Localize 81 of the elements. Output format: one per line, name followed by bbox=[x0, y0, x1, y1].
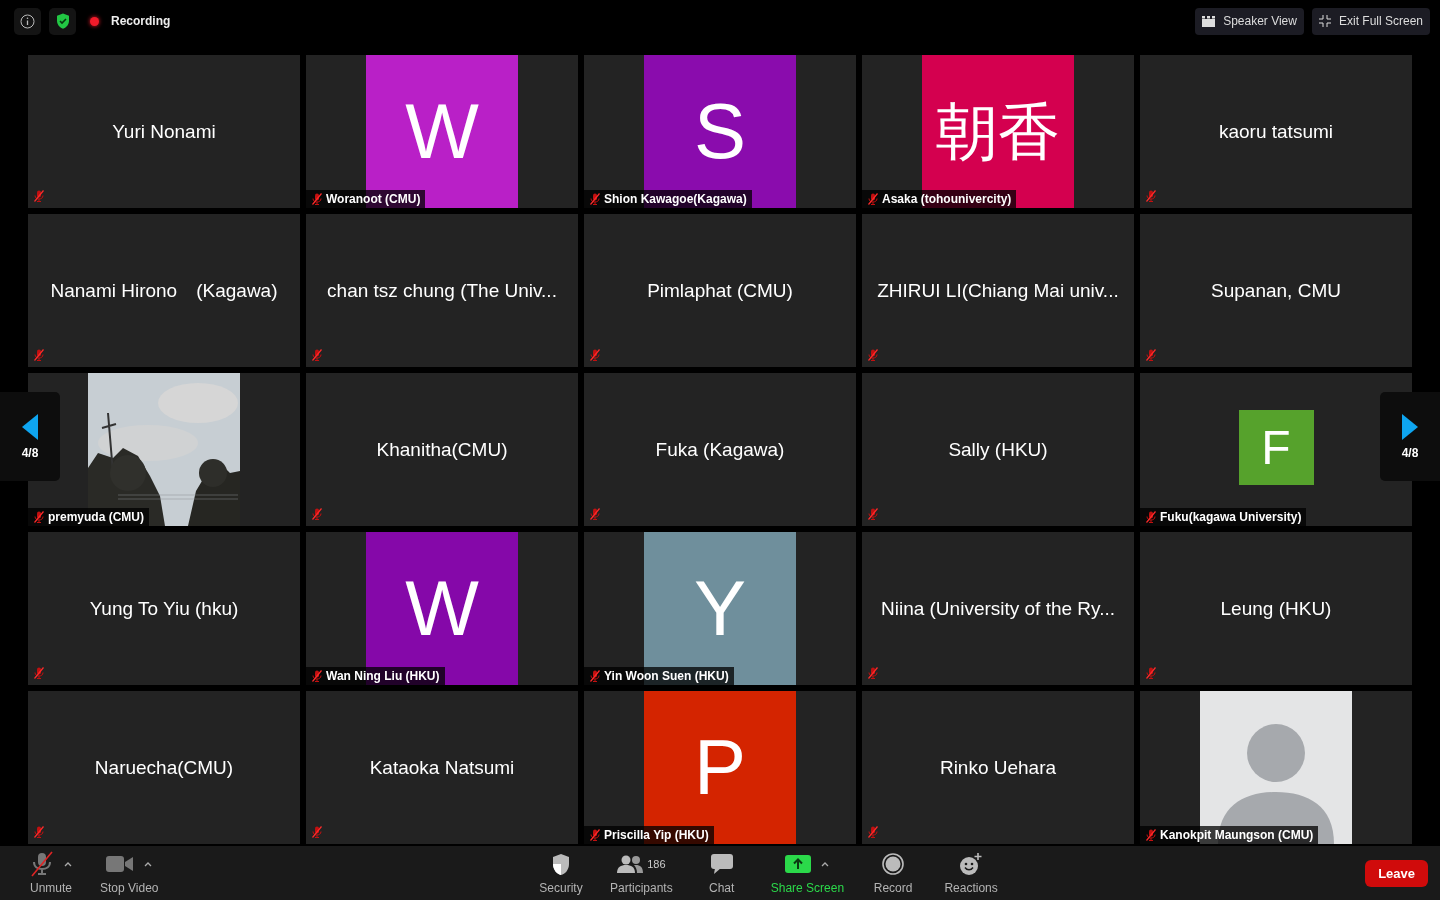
video-tile[interactable]: Khanitha(CMU) bbox=[306, 373, 578, 526]
toolbar-button[interactable]: Unmute bbox=[16, 851, 86, 895]
grid-icon bbox=[1202, 15, 1216, 27]
chat-bubble-icon bbox=[709, 853, 734, 875]
participant-name: Yuri Nonami bbox=[112, 120, 216, 143]
video-tile[interactable]: W Woranoot (CMU) bbox=[306, 55, 578, 208]
participant-name: Asaka (tohounivercity) bbox=[882, 192, 1012, 206]
participant-name: Nanami Hirono (Kagawa) bbox=[50, 278, 278, 303]
exit-fullscreen-icon bbox=[1318, 15, 1331, 27]
avatar: F bbox=[1238, 410, 1314, 485]
video-tile[interactable]: ZHIRUI LI(Chiang Mai univ... bbox=[862, 214, 1134, 367]
participant-name: ZHIRUI LI(Chiang Mai univ... bbox=[877, 279, 1119, 302]
participant-name: Leung (HKU) bbox=[1220, 597, 1332, 620]
participant-name: Shion Kawagoe(Kagawa) bbox=[604, 192, 747, 206]
info-icon[interactable] bbox=[14, 7, 41, 35]
previous-page-button[interactable]: 4/8 bbox=[0, 392, 60, 481]
exit-full-screen-button[interactable]: Exit Full Screen bbox=[1311, 7, 1430, 35]
participant-name: Fuka (Kagawa) bbox=[655, 438, 785, 461]
participant-name: Fuku(kagawa University) bbox=[1160, 510, 1302, 524]
share-screen-icon bbox=[785, 855, 812, 873]
video-tile[interactable]: Naruecha(CMU) bbox=[28, 691, 300, 844]
video-tile[interactable]: Fuka (Kagawa) bbox=[584, 373, 856, 526]
recording-dot bbox=[90, 16, 99, 26]
leave-button[interactable]: Leave bbox=[1365, 859, 1428, 887]
participant-name: kaoru tatsumi bbox=[1218, 120, 1333, 143]
recording-label: Recording bbox=[111, 14, 171, 28]
left-arrow-icon bbox=[22, 413, 38, 440]
toolbar-button[interactable]: Reactions bbox=[936, 851, 1007, 895]
video-tile[interactable]: Leung (HKU) bbox=[1140, 532, 1412, 685]
participant-name: chan tsz chung (The Univ... bbox=[327, 279, 557, 302]
participant-name: Priscilla Yip (HKU) bbox=[604, 828, 709, 842]
right-arrow-icon bbox=[1402, 413, 1418, 440]
toolbar-button[interactable]: Chat bbox=[686, 851, 757, 895]
toolbar-button[interactable]: 186 Participants bbox=[604, 851, 679, 895]
video-tile[interactable]: chan tsz chung (The Univ... bbox=[306, 214, 578, 367]
participant-name: Sally (HKU) bbox=[948, 438, 1048, 461]
toolbar-button[interactable]: Record bbox=[858, 851, 929, 895]
video-tile[interactable]: W Wan Ning Liu (HKU) bbox=[306, 532, 578, 685]
video-tile[interactable]: Niina (University of the Ry... bbox=[862, 532, 1134, 685]
smiley-plus-icon bbox=[959, 852, 984, 876]
caret-icon[interactable] bbox=[144, 861, 153, 867]
participant-name: Yung To Yiu (hku) bbox=[89, 597, 239, 620]
participant-name: Kataoka Natsumi bbox=[369, 756, 515, 779]
video-tile[interactable]: 朝香 Asaka (tohounivercity) bbox=[862, 55, 1134, 208]
participant-name: premyuda (CMU) bbox=[48, 510, 144, 524]
video-tile[interactable]: Y Yin Woon Suen (HKU) bbox=[584, 532, 856, 685]
participant-name: Rinko Uehara bbox=[939, 756, 1057, 779]
participant-name: Kanokpit Maungson (CMU) bbox=[1160, 828, 1314, 842]
video-tile[interactable]: Rinko Uehara bbox=[862, 691, 1134, 844]
video-tile[interactable]: Pimlaphat (CMU) bbox=[584, 214, 856, 367]
participant-name: Naruecha(CMU) bbox=[94, 756, 234, 779]
shield-icon bbox=[551, 852, 571, 876]
toolbar-button[interactable]: Share Screen bbox=[764, 851, 851, 895]
participant-name: Supanan, CMU bbox=[1211, 279, 1341, 302]
video-tile[interactable]: Sally (HKU) bbox=[862, 373, 1134, 526]
video-tile[interactable]: Kanokpit Maungson (CMU) bbox=[1140, 691, 1412, 844]
toolbar-button[interactable]: Security bbox=[526, 851, 596, 895]
caret-icon[interactable] bbox=[821, 861, 830, 867]
people-icon bbox=[617, 855, 644, 873]
video-tile[interactable]: Kataoka Natsumi bbox=[306, 691, 578, 844]
video-tile[interactable]: Supanan, CMU bbox=[1140, 214, 1412, 367]
next-page-button[interactable]: 4/8 bbox=[1380, 392, 1440, 481]
participant-name: Niina (University of the Ry... bbox=[880, 597, 1116, 620]
video-tile[interactable]: Nanami Hirono (Kagawa) bbox=[28, 214, 300, 367]
video-tile[interactable]: S Shion Kawagoe(Kagawa) bbox=[584, 55, 856, 208]
participant-name: Pimlaphat (CMU) bbox=[647, 279, 793, 302]
video-tile[interactable]: Yuri Nonami bbox=[28, 55, 300, 208]
participant-name: Yin Woon Suen (HKU) bbox=[604, 669, 729, 683]
participant-name: Wan Ning Liu (HKU) bbox=[326, 669, 440, 683]
video-tile[interactable]: Yung To Yiu (hku) bbox=[28, 532, 300, 685]
shield-check-icon[interactable] bbox=[49, 7, 76, 35]
video-tile[interactable]: P Priscilla Yip (HKU) bbox=[584, 691, 856, 844]
video-camera-icon bbox=[106, 855, 135, 873]
caret-icon[interactable] bbox=[64, 861, 72, 867]
video-tile[interactable]: kaoru tatsumi bbox=[1140, 55, 1412, 208]
muted-mic-icon bbox=[30, 851, 54, 877]
speaker-view-button[interactable]: Speaker View bbox=[1195, 7, 1304, 35]
record-icon bbox=[882, 853, 905, 875]
toolbar-button[interactable]: Stop Video bbox=[94, 851, 165, 895]
participant-name: Woranoot (CMU) bbox=[326, 192, 421, 206]
participant-name: Khanitha(CMU) bbox=[376, 438, 508, 461]
